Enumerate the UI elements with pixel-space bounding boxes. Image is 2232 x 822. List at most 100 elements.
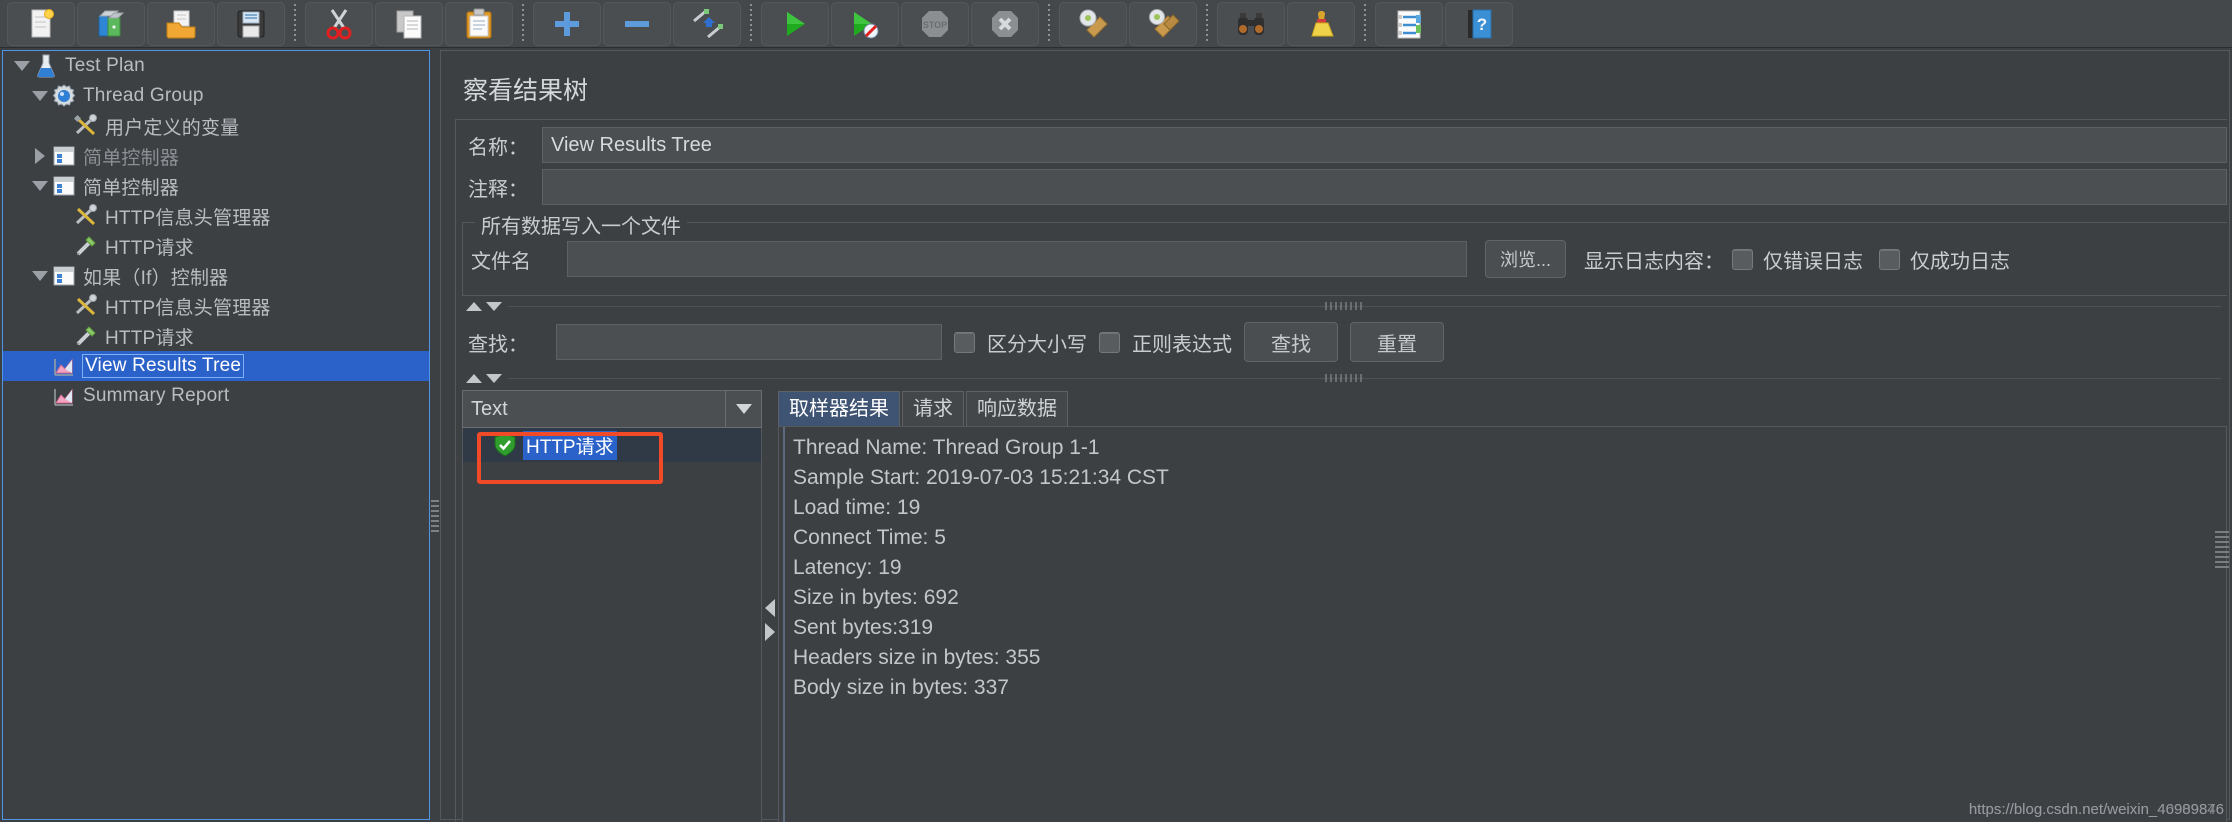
- reset-search-icon-button[interactable]: [1287, 1, 1355, 46]
- start-icon-button[interactable]: [761, 1, 829, 46]
- renderer-select[interactable]: Text: [462, 390, 762, 428]
- page-title: 察看结果树: [463, 77, 589, 105]
- tab-sampler-result[interactable]: 取样器结果: [778, 391, 900, 426]
- tree-item-http-header-manager[interactable]: HTTP信息头管理器: [3, 291, 429, 321]
- toolbar-separator: [1044, 2, 1054, 46]
- cut-icon-button[interactable]: [305, 1, 373, 46]
- clear-icon-button[interactable]: [1059, 1, 1127, 46]
- write-all-data-legend: 所有数据写入一个文件: [475, 210, 687, 239]
- write-all-data-group: 所有数据写入一个文件 文件名 浏览... 显示日志内容： 仅错误日志 仅成功日志: [462, 210, 2227, 296]
- splitter-grip[interactable]: [1324, 374, 1365, 382]
- panel-scroll-grip[interactable]: [2215, 531, 2229, 571]
- function-helper-icon: [1397, 10, 1421, 38]
- success-shield-icon: [494, 433, 516, 457]
- open-icon-button[interactable]: [147, 1, 215, 46]
- result-line: Sample Start: 2019-07-03 15:21:34 CST: [793, 466, 1169, 489]
- paste-icon-button[interactable]: [445, 1, 513, 46]
- stop-icon-button[interactable]: STOP: [901, 1, 969, 46]
- controller-icon: [53, 146, 75, 166]
- search-input[interactable]: [556, 324, 942, 360]
- gear-icon: [52, 84, 76, 107]
- comment-input[interactable]: [542, 169, 2227, 205]
- results-left-pane: Text HTTP请求: [462, 390, 762, 822]
- search-row: 查找： 区分大小写 正则表达式 查找 重置: [462, 316, 2227, 368]
- templates-icon-button[interactable]: [77, 1, 145, 46]
- tree-item-label: 简单控制器: [83, 147, 180, 169]
- tree-item-summary-report[interactable]: Summary Report: [3, 381, 429, 411]
- errors-only-label: 仅错误日志: [1763, 250, 1864, 273]
- new-icon-button[interactable]: [7, 1, 75, 46]
- horizontal-splitter-bottom[interactable]: [462, 368, 2227, 388]
- new-icon: [31, 8, 54, 37]
- clear-all-icon-button[interactable]: [1129, 1, 1197, 46]
- tree-item-user-defined-variables[interactable]: 用户定义的变量: [3, 111, 429, 141]
- case-sensitive-checkbox[interactable]: [954, 331, 975, 353]
- start-no-pauses-icon-button[interactable]: [831, 1, 899, 46]
- twisty-down-icon[interactable]: [11, 51, 33, 81]
- splitter-grip[interactable]: [1324, 302, 1365, 310]
- svg-text:?: ?: [1477, 15, 1487, 34]
- case-sensitive-label: 区分大小写: [987, 333, 1087, 356]
- reset-button[interactable]: 重置: [1350, 322, 1444, 362]
- tree-item-simple-controller-expanded[interactable]: 简单控制器: [3, 171, 429, 201]
- tree-item-thread-group[interactable]: Thread Group: [3, 81, 429, 111]
- twisty-down-icon[interactable]: [29, 171, 51, 201]
- list-item[interactable]: HTTP请求: [463, 428, 761, 462]
- help-icon-button[interactable]: ?: [1445, 1, 1513, 46]
- open-icon: [166, 10, 196, 38]
- chevron-down-icon[interactable]: [725, 391, 761, 427]
- tree-item-if-controller[interactable]: 如果（If）控制器: [3, 261, 429, 291]
- toolbar-separator: [290, 2, 300, 46]
- tree-splitter-grip[interactable]: [431, 500, 439, 534]
- splitter-right-arrow-icon[interactable]: [765, 623, 775, 641]
- toggle-icon-button[interactable]: [673, 1, 741, 46]
- shutdown-icon-button[interactable]: [971, 1, 1039, 46]
- tree-item-http-header-manager[interactable]: HTTP信息头管理器: [3, 201, 429, 231]
- twisty-none: [51, 111, 73, 141]
- splitter-left-arrow-icon[interactable]: [765, 599, 775, 617]
- twisty-right-icon[interactable]: [29, 141, 51, 171]
- browse-button[interactable]: 浏览...: [1485, 240, 1567, 278]
- tree-item-simple-controller-collapsed[interactable]: 简单控制器: [3, 141, 429, 171]
- tree-item-test-plan[interactable]: Test Plan: [3, 51, 429, 81]
- cut-icon: [326, 8, 352, 39]
- copy-icon-button[interactable]: [375, 1, 443, 46]
- result-line: Body size in bytes: 337: [793, 676, 1009, 699]
- splitter-down-arrow-icon[interactable]: [486, 373, 502, 383]
- horizontal-splitter-top[interactable]: [462, 296, 2227, 316]
- splitter-down-arrow-icon[interactable]: [486, 301, 502, 311]
- regex-checkbox[interactable]: [1099, 331, 1120, 353]
- success-only-checkbox[interactable]: [1879, 248, 1901, 270]
- sampler-icon: [76, 236, 96, 256]
- save-icon-button[interactable]: [217, 1, 285, 46]
- sampler-icon: [76, 326, 96, 346]
- function-helper-icon-button[interactable]: [1375, 1, 1443, 46]
- name-input[interactable]: View Results Tree: [542, 127, 2227, 163]
- test-plan-tree[interactable]: Test Plan Thread Group 用户定义的变量 简单控制器 简单控…: [2, 50, 430, 820]
- sampler-result-text[interactable]: Thread Name: Thread Group 1-1 Sample Sta…: [778, 426, 2227, 822]
- errors-only-checkbox[interactable]: [1732, 248, 1754, 270]
- result-line: Connect Time: 5: [793, 526, 946, 549]
- twisty-down-icon[interactable]: [29, 81, 51, 111]
- tree-item-label: 用户定义的变量: [105, 117, 240, 139]
- collapse-all-icon-button[interactable]: [603, 1, 671, 46]
- splitter-up-arrow-icon[interactable]: [466, 301, 482, 311]
- search-icon-button[interactable]: [1217, 1, 1285, 46]
- filename-input[interactable]: [567, 241, 1467, 277]
- vertical-splitter[interactable]: [762, 390, 778, 822]
- splitter-up-arrow-icon[interactable]: [466, 373, 482, 383]
- tree-item-view-results-tree[interactable]: View Results Tree: [3, 351, 429, 381]
- tree-item-http-request[interactable]: HTTP请求: [3, 231, 429, 261]
- tab-request[interactable]: 请求: [902, 391, 964, 426]
- expand-all-icon-button[interactable]: [533, 1, 601, 46]
- tab-response-data[interactable]: 响应数据: [966, 391, 1068, 426]
- tools-icon: [75, 204, 97, 226]
- tree-item-label: 如果（If）控制器: [83, 267, 229, 289]
- regex-label: 正则表达式: [1132, 333, 1232, 356]
- main-toolbar: STOP ?: [0, 0, 2232, 48]
- success-only-label: 仅成功日志: [1910, 250, 2011, 273]
- tree-item-http-request[interactable]: HTTP请求: [3, 321, 429, 351]
- find-button[interactable]: 查找: [1244, 322, 1338, 362]
- sampler-result-list[interactable]: HTTP请求: [462, 428, 762, 822]
- twisty-down-icon[interactable]: [29, 261, 51, 291]
